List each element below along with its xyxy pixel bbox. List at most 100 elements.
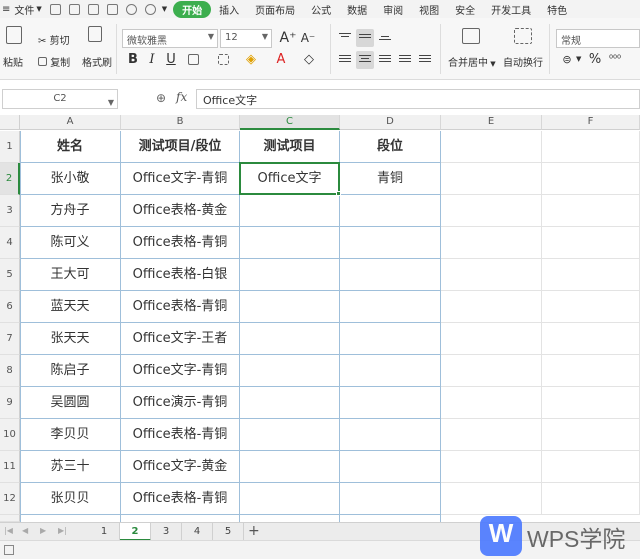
prev-sheet-icon[interactable]: ◀ xyxy=(22,526,28,535)
currency-icon[interactable]: ⊜ xyxy=(558,51,576,69)
cell-f9[interactable] xyxy=(542,387,640,419)
column-header-a[interactable]: A xyxy=(20,115,121,130)
chevron-down-icon[interactable]: ▼ xyxy=(576,55,581,63)
cell-f8[interactable] xyxy=(542,355,640,387)
print-icon[interactable] xyxy=(87,3,99,15)
cut-button[interactable]: ✂ 剪切 xyxy=(38,32,70,47)
cell-e2[interactable] xyxy=(441,163,542,195)
row-header-4[interactable]: 4 xyxy=(0,227,20,259)
cell-a1[interactable]: 姓名 xyxy=(20,131,121,163)
cell-a10[interactable]: 李贝贝 xyxy=(20,419,121,451)
align-top-icon[interactable] xyxy=(336,29,354,47)
cell-c5[interactable] xyxy=(240,259,340,291)
underline-button[interactable]: U xyxy=(162,51,180,69)
cell-d9[interactable] xyxy=(340,387,441,419)
cell-d10[interactable] xyxy=(340,419,441,451)
cell-b4[interactable]: Office表格-青铜 xyxy=(121,227,240,259)
cell-e12[interactable] xyxy=(441,483,542,515)
font-color-button[interactable]: A xyxy=(272,51,290,69)
ribbon-tab-4[interactable]: 数据 xyxy=(339,2,375,17)
cell-d7[interactable] xyxy=(340,323,441,355)
clear-format-icon[interactable]: ◇ xyxy=(300,51,318,69)
column-header-b[interactable]: B xyxy=(121,115,240,130)
cell-c9[interactable] xyxy=(240,387,340,419)
row-header-12[interactable]: 12 xyxy=(0,483,20,515)
cell-b3[interactable]: Office表格-黄金 xyxy=(121,195,240,227)
copy-button[interactable]: 复制 xyxy=(38,54,70,69)
italic-button[interactable]: I xyxy=(143,51,161,69)
cell-f11[interactable] xyxy=(542,451,640,483)
cell-f12[interactable] xyxy=(542,483,640,515)
cell-f2[interactable] xyxy=(542,163,640,195)
cell-b5[interactable]: Office表格-白银 xyxy=(121,259,240,291)
cell-d1[interactable]: 段位 xyxy=(340,131,441,163)
select-all-corner[interactable] xyxy=(0,115,20,130)
file-menu[interactable]: 文件 xyxy=(14,2,34,17)
cell-a5[interactable]: 王大可 xyxy=(20,259,121,291)
cell-c12[interactable] xyxy=(240,483,340,515)
merge-center-button[interactable]: 合并居中 ▼ xyxy=(448,54,496,69)
align-bottom-icon[interactable] xyxy=(376,29,394,47)
cell-a3[interactable]: 方舟子 xyxy=(20,195,121,227)
cell-b9[interactable]: Office演示-青铜 xyxy=(121,387,240,419)
fx-button[interactable]: fx xyxy=(176,90,187,104)
cell-c11[interactable] xyxy=(240,451,340,483)
next-sheet-icon[interactable]: ▶ xyxy=(40,526,46,535)
row-header-6[interactable]: 6 xyxy=(0,291,20,323)
cell-a8[interactable]: 陈启子 xyxy=(20,355,121,387)
row-header-2[interactable]: 2 xyxy=(0,163,20,195)
zoom-search-icon[interactable]: ⊕ xyxy=(156,91,166,105)
shrink-font-button[interactable]: A⁻ xyxy=(299,29,317,47)
cell-b8[interactable]: Office文字-青铜 xyxy=(121,355,240,387)
cell-f1[interactable] xyxy=(542,131,640,163)
cell-d6[interactable] xyxy=(340,291,441,323)
cell-c7[interactable] xyxy=(240,323,340,355)
align-left-icon[interactable] xyxy=(336,51,354,69)
save-icon[interactable] xyxy=(49,3,61,15)
cell-c8[interactable] xyxy=(240,355,340,387)
cell-c10[interactable] xyxy=(240,419,340,451)
sheet-tab-4[interactable]: 4 xyxy=(182,523,213,541)
cell-a6[interactable]: 蓝天天 xyxy=(20,291,121,323)
undo-icon[interactable] xyxy=(125,3,137,15)
ribbon-tab-7[interactable]: 安全 xyxy=(447,2,483,17)
paste-icon[interactable] xyxy=(6,26,26,44)
grow-font-button[interactable]: A⁺ xyxy=(279,29,297,47)
column-header-d[interactable]: D xyxy=(340,115,441,130)
name-box[interactable]: C2 ▼ xyxy=(2,89,118,109)
fill-handle[interactable] xyxy=(336,191,341,196)
row-header-1[interactable]: 1 xyxy=(0,131,20,163)
ribbon-tab-2[interactable]: 页面布局 xyxy=(247,2,303,17)
column-header-e[interactable]: E xyxy=(441,115,542,130)
menu-icon[interactable]: ≡ xyxy=(2,4,10,15)
ribbon-tab-0[interactable]: 开始 xyxy=(173,0,212,18)
cell-b7[interactable]: Office文字-王者 xyxy=(121,323,240,355)
row-header-3[interactable]: 3 xyxy=(0,195,20,227)
cell-e1[interactable] xyxy=(441,131,542,163)
add-sheet-button[interactable]: + xyxy=(248,523,260,540)
cell-d11[interactable] xyxy=(340,451,441,483)
cell-b11[interactable]: Office文字-黄金 xyxy=(121,451,240,483)
row-header-10[interactable]: 10 xyxy=(0,419,20,451)
format-painter-icon[interactable] xyxy=(88,26,106,44)
row-header-7[interactable]: 7 xyxy=(0,323,20,355)
cell-f10[interactable] xyxy=(542,419,640,451)
row-header-9[interactable]: 9 xyxy=(0,387,20,419)
cell-f3[interactable] xyxy=(542,195,640,227)
cell-a12[interactable]: 张贝贝 xyxy=(20,483,121,515)
cell-c4[interactable] xyxy=(240,227,340,259)
cell-a7[interactable]: 张天天 xyxy=(20,323,121,355)
align-middle-icon[interactable] xyxy=(356,29,374,47)
cell-a4[interactable]: 陈可义 xyxy=(20,227,121,259)
redo-icon[interactable] xyxy=(144,3,156,15)
cell-d8[interactable] xyxy=(340,355,441,387)
cell-b6[interactable]: Office表格-青铜 xyxy=(121,291,240,323)
print-preview-icon[interactable] xyxy=(106,3,118,15)
sheet-tab-2[interactable]: 2 xyxy=(120,523,151,541)
cell-e10[interactable] xyxy=(441,419,542,451)
cell-c3[interactable] xyxy=(240,195,340,227)
ribbon-tab-3[interactable]: 公式 xyxy=(303,2,339,17)
percent-button[interactable]: % xyxy=(586,51,604,69)
ribbon-tab-8[interactable]: 开发工具 xyxy=(483,2,539,17)
bold-button[interactable]: B xyxy=(124,51,142,69)
